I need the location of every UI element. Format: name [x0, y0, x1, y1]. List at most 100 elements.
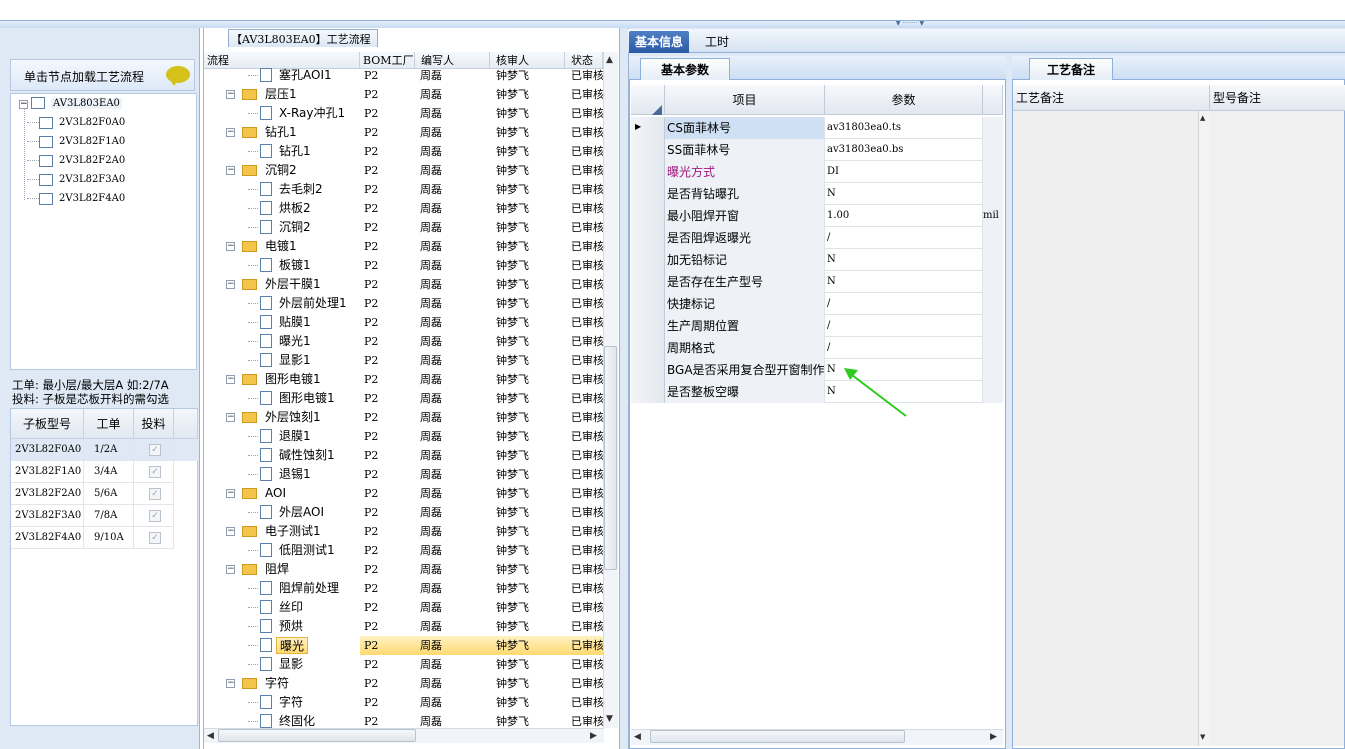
collapse-icon[interactable]: − — [226, 280, 235, 289]
process-step-name[interactable]: 电镀1 — [262, 238, 300, 255]
param-row[interactable]: 周期格式 / — [631, 337, 1003, 359]
table-row[interactable]: 2V3L82F2A0 5/6A ✓ — [11, 483, 198, 505]
tree-row[interactable]: 预烘 P2 周磊 钟梦飞 已审核 — [204, 617, 604, 636]
tree-root-node[interactable]: − AV3L803EA0 — [19, 96, 122, 112]
tree-row[interactable]: 图形电镀1 P2 周磊 钟梦飞 已审核 — [204, 389, 604, 408]
tree-row[interactable]: X-Ray冲孔1 P2 周磊 钟梦飞 已审核 — [204, 104, 604, 123]
table-row[interactable]: 2V3L82F1A0 3/4A ✓ — [11, 461, 198, 483]
process-step-name[interactable]: 字符 — [262, 675, 292, 692]
param-value[interactable]: N — [825, 249, 983, 271]
collapse-icon[interactable]: − — [226, 489, 235, 498]
col-header-item[interactable]: 项目 — [665, 85, 825, 115]
process-step-name[interactable]: 显影 — [276, 656, 306, 673]
param-row[interactable]: 曝光方式 DI — [631, 161, 1003, 183]
process-step-name[interactable]: 丝印 — [276, 599, 306, 616]
collapse-icon[interactable]: − — [226, 375, 235, 384]
scroll-up-icon[interactable]: ▲ — [606, 55, 613, 65]
row-selector[interactable] — [631, 293, 665, 315]
table-row[interactable]: 2V3L82F0A0 1/2A ✓ — [11, 439, 198, 461]
tree-child-node[interactable]: 2V3L82F0A0 — [27, 115, 125, 131]
tab-process-notes[interactable]: 工艺备注 — [1029, 58, 1113, 80]
param-value[interactable]: av31803ea0.ts — [825, 117, 983, 139]
param-value[interactable]: / — [825, 315, 983, 337]
cell-order[interactable]: 3/4A — [84, 461, 134, 483]
tree-row[interactable]: 丝印 P2 周磊 钟梦飞 已审核 — [204, 598, 604, 617]
row-selector[interactable] — [631, 271, 665, 293]
collapse-icon[interactable]: − — [226, 413, 235, 422]
tree-row[interactable]: − 层压1 P2 周磊 钟梦飞 已审核 — [204, 85, 604, 104]
scroll-up-icon[interactable]: ▲ — [1200, 114, 1205, 122]
cell-order[interactable]: 1/2A — [84, 439, 134, 461]
param-value[interactable]: DI — [825, 161, 983, 183]
process-step-name[interactable]: 退膜1 — [276, 428, 314, 445]
param-value[interactable]: av31803ea0.bs — [825, 139, 983, 161]
tree-row[interactable]: − 图形电镀1 P2 周磊 钟梦飞 已审核 — [204, 370, 604, 389]
cell-order[interactable]: 7/8A — [84, 505, 134, 527]
collapse-icon[interactable]: − — [226, 128, 235, 137]
process-step-name[interactable]: X-Ray冲孔1 — [276, 105, 348, 122]
tree-row[interactable]: 字符 P2 周磊 钟梦飞 已审核 — [204, 693, 604, 712]
feed-checkbox[interactable]: ✓ — [149, 510, 161, 522]
tab-work-hours[interactable]: 工时 — [699, 31, 735, 53]
row-selector[interactable] — [631, 337, 665, 359]
scroll-right-icon[interactable]: ▶ — [590, 731, 597, 741]
tree-row[interactable]: − 电镀1 P2 周磊 钟梦飞 已审核 — [204, 237, 604, 256]
cell-order[interactable]: 9/10A — [84, 527, 134, 549]
tree-row[interactable]: − 字符 P2 周磊 钟梦飞 已审核 — [204, 674, 604, 693]
process-vscroll-thumb[interactable] — [604, 346, 617, 570]
param-row[interactable]: BGA是否采用复合型开窗制作 N — [631, 359, 1003, 381]
process-step-name[interactable]: 外层干膜1 — [262, 276, 324, 293]
process-step-name[interactable]: 字符 — [276, 694, 306, 711]
param-value[interactable]: / — [825, 337, 983, 359]
param-row[interactable]: 是否整板空曝 N — [631, 381, 1003, 403]
process-step-name[interactable]: 塞孔AOI1 — [276, 67, 335, 84]
col-header-process-notes[interactable]: 工艺备注 — [1013, 85, 1210, 111]
process-step-name[interactable]: 层压1 — [262, 86, 300, 103]
tree-row[interactable]: − 电子测试1 P2 周磊 钟梦飞 已审核 — [204, 522, 604, 541]
tree-row[interactable]: 烘板2 P2 周磊 钟梦飞 已审核 — [204, 199, 604, 218]
tree-row[interactable]: − 沉铜2 P2 周磊 钟梦飞 已审核 — [204, 161, 604, 180]
tree-row[interactable]: − 阻焊 P2 周磊 钟梦飞 已审核 — [204, 560, 604, 579]
tree-row[interactable]: 板镀1 P2 周磊 钟梦飞 已审核 — [204, 256, 604, 275]
row-selector[interactable] — [631, 315, 665, 337]
tree-row[interactable]: 曝光 P2 周磊 钟梦飞 已审核 — [204, 636, 604, 655]
tree-row[interactable]: − 钻孔1 P2 周磊 钟梦飞 已审核 — [204, 123, 604, 142]
params-hscroll-thumb[interactable] — [650, 730, 905, 743]
param-row[interactable]: 加无铅标记 N — [631, 249, 1003, 271]
process-step-name[interactable]: 烘板2 — [276, 200, 314, 217]
process-step-name[interactable]: 板镀1 — [276, 257, 314, 274]
process-step-name[interactable]: 低阻测试1 — [276, 542, 338, 559]
param-row[interactable]: SS面菲林号 av31803ea0.bs — [631, 139, 1003, 161]
col-header-model-notes[interactable]: 型号备注 — [1210, 85, 1345, 111]
scroll-left-icon[interactable]: ◀ — [634, 732, 641, 742]
param-value[interactable]: N — [825, 183, 983, 205]
tree-row[interactable]: 沉铜2 P2 周磊 钟梦飞 已审核 — [204, 218, 604, 237]
row-selector[interactable]: ▶ — [631, 117, 665, 139]
tree-row[interactable]: 外层前处理1 P2 周磊 钟梦飞 已审核 — [204, 294, 604, 313]
scroll-down-icon[interactable]: ▼ — [1200, 733, 1205, 741]
tree-child-node[interactable]: 2V3L82F4A0 — [27, 191, 125, 207]
process-step-name[interactable]: 外层AOI — [276, 504, 327, 521]
tree-row[interactable]: 阻焊前处理 P2 周磊 钟梦飞 已审核 — [204, 579, 604, 598]
table-row[interactable]: 2V3L82F3A0 7/8A ✓ — [11, 505, 198, 527]
board-tree[interactable]: − AV3L803EA0 2V3L82F0A0 2V3L82F1A0 2V3L82… — [10, 93, 197, 370]
feed-checkbox[interactable]: ✓ — [149, 466, 161, 478]
tree-row[interactable]: 显影1 P2 周磊 钟梦飞 已审核 — [204, 351, 604, 370]
tab-basic-info[interactable]: 基本信息 — [629, 31, 690, 53]
feed-checkbox[interactable]: ✓ — [149, 444, 161, 456]
tab-basic-params[interactable]: 基本参数 — [640, 58, 730, 80]
row-selector[interactable] — [631, 139, 665, 161]
process-step-name[interactable]: 电子测试1 — [262, 523, 324, 540]
tree-child-node[interactable]: 2V3L82F1A0 — [27, 134, 125, 150]
process-step-name[interactable]: 图形电镀1 — [276, 390, 338, 407]
param-row[interactable]: 是否背钻曝孔 N — [631, 183, 1003, 205]
process-notes-textarea[interactable] — [1013, 111, 1210, 746]
param-row[interactable]: ▶ CS面菲林号 av31803ea0.ts — [631, 117, 1003, 139]
process-step-name[interactable]: 阻焊 — [262, 561, 292, 578]
collapse-icon[interactable]: − — [226, 565, 235, 574]
row-selector[interactable] — [631, 183, 665, 205]
process-step-name[interactable]: 曝光 — [276, 637, 309, 654]
scroll-right-icon[interactable]: ▶ — [990, 732, 997, 742]
tree-child-node[interactable]: 2V3L82F3A0 — [27, 172, 125, 188]
process-step-name[interactable]: 去毛刺2 — [276, 181, 326, 198]
